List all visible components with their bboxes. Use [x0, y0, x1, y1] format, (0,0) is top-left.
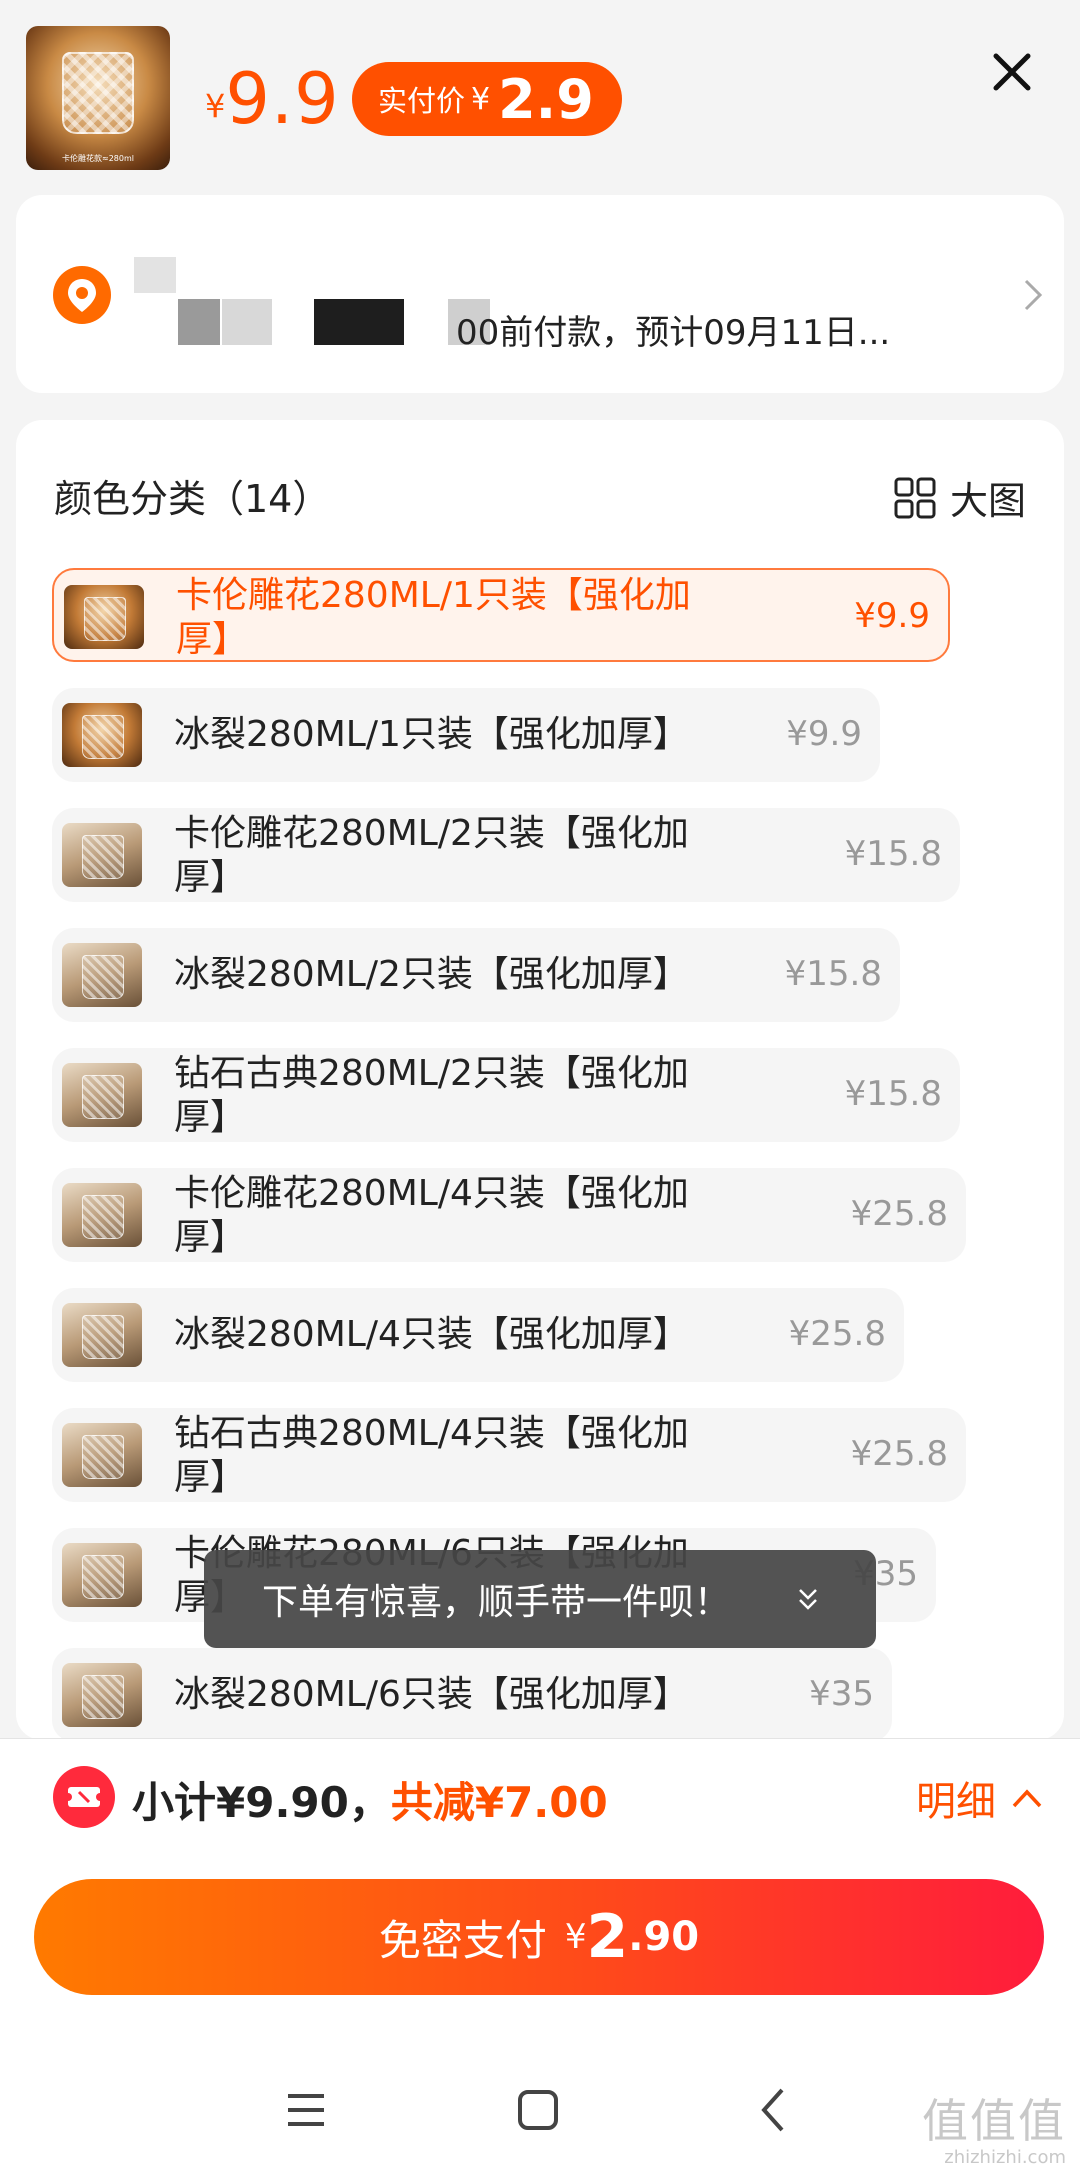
option-image — [62, 1663, 142, 1727]
option-image — [62, 943, 142, 1007]
option-price: ¥35 — [809, 1674, 874, 1714]
password-free-pay-button[interactable]: 免密支付 ¥2.90 — [34, 1879, 1044, 1995]
delivery-estimate: 00前付款，预计09月11日... — [456, 313, 891, 353]
sku-option[interactable]: 冰裂280ML/6只装【强化加厚】 ¥35 — [52, 1648, 892, 1740]
option-name: 冰裂280ML/6只装【强化加厚】 — [174, 1674, 689, 1715]
watermark-url: zhizhizhi.com — [944, 2147, 1066, 2165]
option-price: ¥15.8 — [844, 1074, 942, 1114]
back-icon[interactable] — [744, 2080, 804, 2140]
sku-option[interactable]: 卡伦雕花280ML/1只装【强化加 厚】 ¥9.9 — [52, 568, 950, 662]
actual-price-symbol: ¥ — [471, 81, 491, 117]
pay-button-decimal: .90 — [628, 1914, 700, 1960]
product-price: ¥9.9 — [205, 58, 340, 140]
close-icon[interactable] — [990, 50, 1034, 94]
home-icon[interactable] — [508, 2080, 568, 2140]
option-price: ¥9.9 — [854, 596, 930, 636]
glass-image — [62, 52, 134, 134]
discount-amount: 共减¥7.00 — [390, 1778, 608, 1827]
chevron-up-icon — [1012, 1789, 1042, 1808]
option-image — [62, 703, 142, 767]
location-pin-icon — [53, 266, 111, 324]
pay-button-integer: 2 — [586, 1902, 629, 1972]
option-price: ¥25.8 — [788, 1314, 886, 1354]
sku-option[interactable]: 钻石古典280ML/4只装【强化加 厚】 ¥25.8 — [52, 1408, 966, 1502]
sku-option[interactable]: 冰裂280ML/4只装【强化加厚】 ¥25.8 — [52, 1288, 904, 1382]
option-price: ¥25.8 — [850, 1194, 948, 1234]
product-thumbnail[interactable]: 卡伦雕花款≈280ml — [26, 26, 170, 170]
sku-option[interactable]: 冰裂280ML/2只装【强化加厚】 ¥15.8 — [52, 928, 900, 1022]
system-nav-bar — [0, 2055, 1080, 2165]
sku-option[interactable]: 卡伦雕花280ML/4只装【强化加 厚】 ¥25.8 — [52, 1168, 966, 1262]
redacted-block — [314, 299, 404, 345]
address-card[interactable]: 00前付款，预计09月11日... — [16, 195, 1064, 393]
big-image-label: 大图 — [949, 479, 1026, 523]
option-image — [62, 1303, 142, 1367]
price-symbol: ¥ — [205, 87, 226, 125]
pay-button-symbol: ¥ — [564, 1917, 587, 1957]
subtotal-amount: 小计¥9.90， — [132, 1778, 391, 1827]
detail-toggle[interactable]: 明细 — [916, 1769, 1044, 1827]
option-price: ¥25.8 — [850, 1434, 948, 1474]
option-price: ¥9.9 — [786, 714, 862, 754]
subtotal-summary: 小计¥9.90，共减¥7.00 — [132, 1769, 608, 1830]
sku-option[interactable]: 卡伦雕花280ML/2只装【强化加 厚】 ¥15.8 — [52, 808, 960, 902]
option-image — [62, 1423, 142, 1487]
option-price: ¥15.8 — [844, 834, 942, 874]
toast-text: 下单有惊喜，顺手带一件呗！ — [262, 1582, 731, 1623]
pay-button-label: 免密支付 — [378, 1915, 547, 1965]
option-image — [62, 1063, 142, 1127]
actual-price-badge: 实付价 ¥ 2.9 — [352, 62, 622, 136]
thumbnail-caption: 卡伦雕花款≈280ml — [62, 154, 134, 163]
option-price: ¥15.8 — [784, 954, 882, 994]
grid-icon — [894, 477, 936, 518]
option-name: 钻石古典280ML/4只装【强化加 厚】 — [174, 1413, 689, 1498]
watermark: 值值值 zhizhizhi.com — [922, 2085, 1066, 2165]
detail-label: 明细 — [916, 1779, 996, 1825]
price-value: 9.9 — [225, 58, 340, 140]
option-name: 冰裂280ML/4只装【强化加厚】 — [174, 1314, 689, 1355]
sku-option[interactable]: 钻石古典280ML/2只装【强化加 厚】 ¥15.8 — [52, 1048, 960, 1142]
sku-selector: 颜色分类（14） 大图 卡伦雕花280ML/1只装【强化加 厚】 ¥9.9 冰裂2… — [16, 420, 1064, 1740]
option-name: 冰裂280ML/1只装【强化加厚】 — [174, 714, 689, 755]
menu-icon[interactable] — [276, 2080, 336, 2140]
sku-option[interactable]: 冰裂280ML/1只装【强化加厚】 ¥9.9 — [52, 688, 880, 782]
redacted-block — [222, 299, 272, 345]
redacted-block — [134, 257, 176, 293]
double-chevron-down-icon — [799, 1589, 817, 1610]
option-image — [62, 1183, 142, 1247]
actual-price-value: 2.9 — [498, 67, 594, 131]
big-image-toggle[interactable]: 大图 — [894, 470, 1026, 525]
actual-price-label: 实付价 — [378, 84, 466, 118]
option-image — [62, 823, 142, 887]
promo-toast[interactable]: 下单有惊喜，顺手带一件呗！ — [204, 1550, 876, 1648]
option-image — [64, 585, 144, 649]
option-name: 钻石古典280ML/2只装【强化加 厚】 — [174, 1053, 689, 1138]
option-name: 卡伦雕花280ML/2只装【强化加 厚】 — [174, 813, 689, 898]
option-image — [62, 1543, 142, 1607]
chevron-right-icon — [1024, 279, 1043, 311]
color-category-title: 颜色分类（14） — [54, 477, 331, 521]
watermark-text: 值值值 — [922, 2094, 1066, 2148]
product-header: 卡伦雕花款≈280ml ¥9.9 实付价 ¥ 2.9 — [0, 0, 1080, 195]
option-name: 卡伦雕花280ML/1只装【强化加 厚】 — [176, 575, 691, 660]
redacted-block — [178, 299, 220, 345]
option-name: 冰裂280ML/2只装【强化加厚】 — [174, 954, 689, 995]
coupon-icon — [53, 1766, 115, 1828]
option-name: 卡伦雕花280ML/4只装【强化加 厚】 — [174, 1173, 689, 1258]
